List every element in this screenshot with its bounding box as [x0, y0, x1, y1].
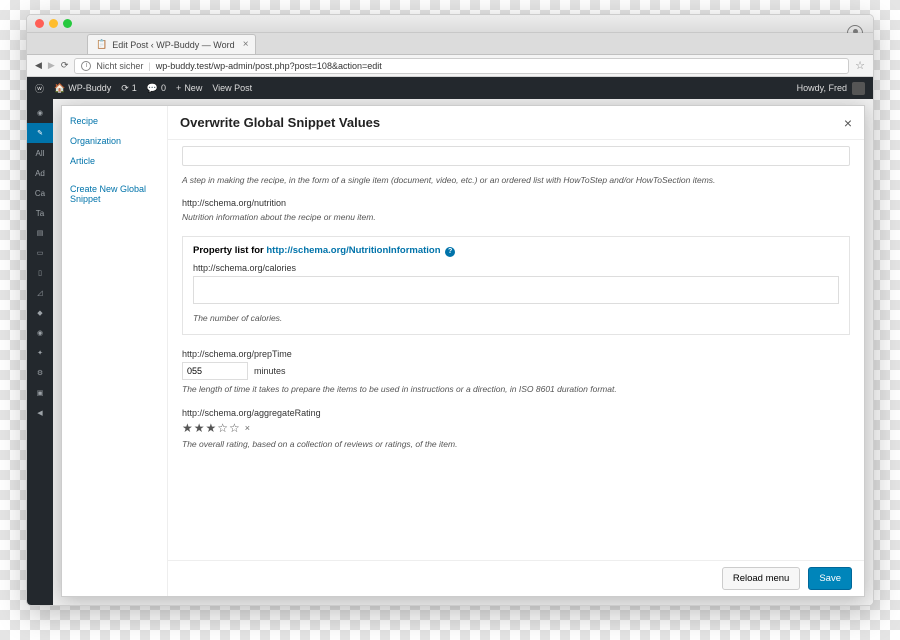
sidebar-sub-add[interactable]: Ad [27, 163, 53, 183]
adminbar-view-post[interactable]: View Post [212, 83, 252, 93]
sidebar-item-dashboard[interactable]: ◉ [27, 103, 53, 123]
nested-heading: Property list for http://schema.org/Nutr… [193, 245, 839, 257]
nav-forward-icon[interactable]: ▶ [48, 60, 55, 71]
sidebar-item-settings[interactable]: ⚙ [27, 363, 53, 383]
modal-side-article[interactable]: Article [70, 156, 159, 166]
browser-window: 📋 Edit Post ‹ WP-Buddy — Word × ◀ ▶ ⟳ i … [26, 14, 874, 606]
browser-tab[interactable]: 📋 Edit Post ‹ WP-Buddy — Word × [87, 34, 256, 54]
wp-admin-sidebar: ◉ ✎ All Ad Ca Ta ▤ ▭ ▯ ◿ ◆ ◉ ✦ ⚙ ▣ ◀ [27, 99, 53, 605]
adminbar-howdy[interactable]: Howdy, Fred [797, 83, 847, 93]
tab-close-icon[interactable]: × [243, 39, 249, 50]
sidebar-item-tools[interactable]: ✦ [27, 343, 53, 363]
rating-description: The overall rating, based on a collectio… [182, 439, 850, 450]
rating-clear-icon[interactable]: × [245, 423, 251, 433]
nutrition-description: Nutrition information about the recipe o… [182, 212, 850, 223]
avatar[interactable] [852, 82, 865, 95]
modal-title: Overwrite Global Snippet Values [180, 115, 380, 130]
adminbar-comments[interactable]: 💬 0 [147, 83, 166, 94]
security-label: Nicht sicher [96, 61, 143, 71]
window-titlebar [27, 15, 873, 33]
reload-icon[interactable]: ⟳ [61, 60, 69, 71]
preptime-label: http://schema.org/prepTime [182, 349, 850, 359]
sidebar-item-generic[interactable]: ▣ [27, 383, 53, 403]
tab-title: Edit Post ‹ WP-Buddy — Word [112, 40, 234, 50]
modal-body: A step in making the recipe, in the form… [168, 140, 864, 560]
sidebar-item-pages[interactable]: ▭ [27, 243, 53, 263]
sidebar-item-comments[interactable]: ▯ [27, 263, 53, 283]
nested-schema-link[interactable]: http://schema.org/NutritionInformation [266, 245, 440, 256]
browser-tabbar: 📋 Edit Post ‹ WP-Buddy — Word × [27, 33, 873, 55]
minimize-window-icon[interactable] [49, 19, 58, 28]
modal-side-create-new[interactable]: Create New Global Snippet [70, 184, 159, 204]
rating-stars[interactable]: ★★★☆☆ × [182, 421, 850, 435]
sidebar-item-appearance[interactable]: ◿ [27, 283, 53, 303]
calories-label: http://schema.org/calories [193, 263, 839, 273]
save-button[interactable]: Save [808, 567, 852, 590]
sidebar-item-media[interactable]: ▤ [27, 223, 53, 243]
sidebar-collapse[interactable]: ◀ [27, 403, 53, 423]
adminbar-new[interactable]: + New [176, 83, 202, 93]
sidebar-item-plugins[interactable]: ◆ [27, 303, 53, 323]
sidebar-item-users[interactable]: ◉ [27, 323, 53, 343]
calories-description: The number of calories. [193, 313, 839, 324]
snippet-modal: Recipe Organization Article Create New G… [61, 105, 865, 597]
maximize-window-icon[interactable] [63, 19, 72, 28]
modal-side-organization[interactable]: Organization [70, 136, 159, 146]
close-window-icon[interactable] [35, 19, 44, 28]
sidebar-item-posts[interactable]: ✎ [27, 123, 53, 143]
reload-menu-button[interactable]: Reload menu [722, 567, 801, 590]
adminbar-site[interactable]: 🏠 WP-Buddy [54, 83, 111, 94]
preptime-input[interactable] [182, 362, 248, 380]
preptime-unit: minutes [254, 366, 286, 376]
tab-favicon: 📋 [96, 39, 107, 50]
modal-side-recipe[interactable]: Recipe [70, 116, 159, 126]
step-textarea[interactable] [182, 146, 850, 166]
close-icon[interactable]: × [844, 115, 852, 131]
browser-addressbar: ◀ ▶ ⟳ i Nicht sicher | wp-buddy.test/wp-… [27, 55, 873, 77]
address-field[interactable]: i Nicht sicher | wp-buddy.test/wp-admin/… [74, 58, 849, 74]
wp-adminbar: ⓦ 🏠 WP-Buddy ⟳ 1 💬 0 + New View Post How… [27, 77, 873, 99]
wp-main-area: Add Recipe Organization Article Create N… [53, 99, 873, 605]
sidebar-sub-cat[interactable]: Ca [27, 183, 53, 203]
sidebar-sub-all[interactable]: All [27, 143, 53, 163]
adminbar-updates[interactable]: ⟳ 1 [121, 83, 137, 94]
address-url: wp-buddy.test/wp-admin/post.php?post=108… [156, 61, 382, 71]
wp-logo-icon[interactable]: ⓦ [35, 82, 44, 95]
step-description: A step in making the recipe, in the form… [182, 175, 850, 186]
preptime-description: The length of time it takes to prepare t… [182, 384, 850, 395]
sidebar-sub-tag[interactable]: Ta [27, 203, 53, 223]
site-info-icon[interactable]: i [81, 61, 91, 71]
modal-sidebar: Recipe Organization Article Create New G… [62, 106, 168, 596]
help-icon[interactable]: ? [445, 247, 455, 257]
modal-footer: Reload menu Save [168, 560, 864, 596]
bookmark-icon[interactable]: ☆ [855, 59, 865, 72]
calories-textarea[interactable] [193, 276, 839, 304]
rating-label: http://schema.org/aggregateRating [182, 408, 850, 418]
nav-back-icon[interactable]: ◀ [35, 60, 42, 71]
nutrition-nested-box: Property list for http://schema.org/Nutr… [182, 236, 850, 335]
modal-header: Overwrite Global Snippet Values × [168, 106, 864, 140]
nutrition-label: http://schema.org/nutrition [182, 198, 850, 208]
